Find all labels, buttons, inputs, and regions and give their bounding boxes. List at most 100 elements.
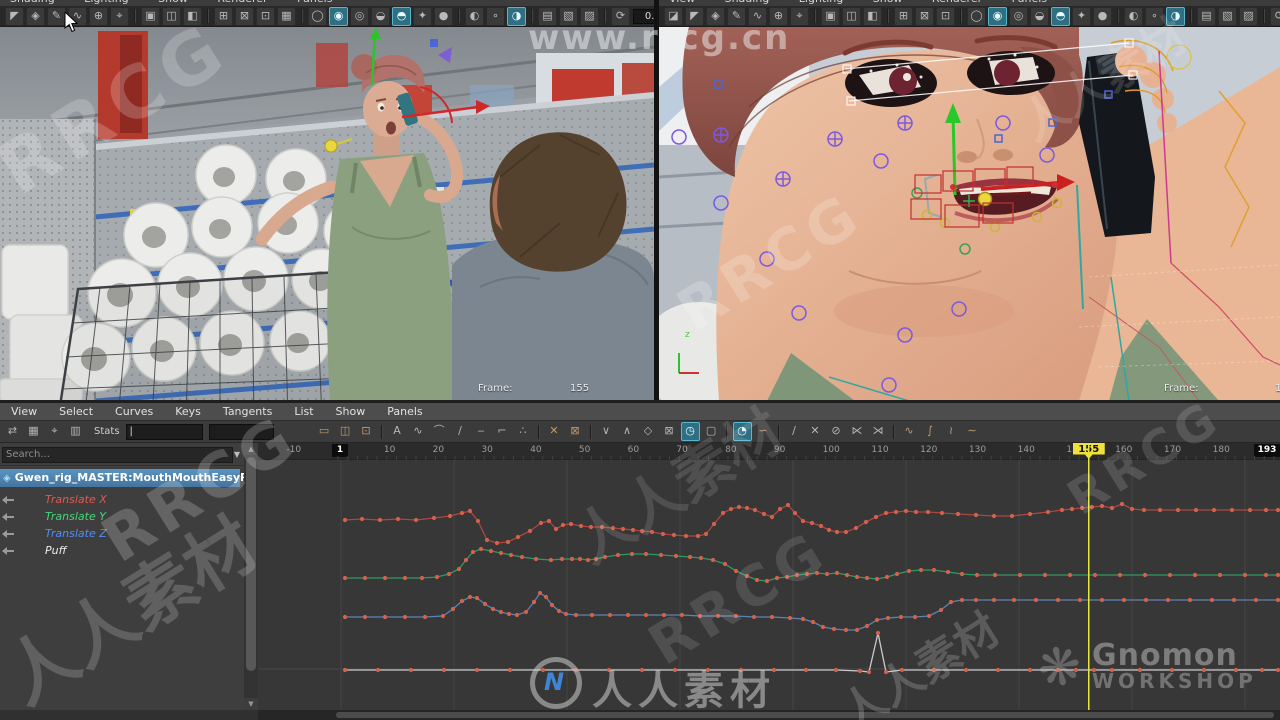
supermarket-3d-scene[interactable] xyxy=(0,27,654,400)
paint-select-tool-icon[interactable]: ∿ xyxy=(748,7,767,26)
move-tool-icon[interactable]: ⊕ xyxy=(89,7,108,26)
move-tool-icon[interactable]: ⊕ xyxy=(769,7,788,26)
range-start-marker[interactable]: 1 xyxy=(332,444,348,457)
curve-linear-extrap-icon[interactable]: ∼ xyxy=(963,422,982,441)
frame-all-icon[interactable]: ▭ xyxy=(315,422,334,441)
curve-cycle-icon[interactable]: ∿ xyxy=(900,422,919,441)
wireframe-on-shaded-icon[interactable]: ⊠ xyxy=(235,7,254,26)
scrollbar-handle[interactable] xyxy=(246,457,256,671)
graph-menu-tangents[interactable]: Tangents xyxy=(212,405,283,418)
multisample-icon[interactable]: ∘ xyxy=(1145,7,1164,26)
curve-cycle-offset-icon[interactable]: ∫ xyxy=(921,422,940,441)
paste-view-icon[interactable]: ▨ xyxy=(580,7,599,26)
move-nearest-key-tool-icon[interactable]: ⇄ xyxy=(3,422,22,441)
default-material-icon[interactable]: ⊡ xyxy=(936,7,955,26)
graph-menu-select[interactable]: Select xyxy=(48,405,104,418)
outliner-scrollbar[interactable]: ▲ ▼ xyxy=(244,443,258,710)
region-select-keys-tool-icon[interactable]: ▥ xyxy=(66,422,85,441)
free-tangent-weight-icon[interactable]: ◇ xyxy=(639,422,658,441)
sequence-time-icon[interactable]: ◑ xyxy=(507,7,526,26)
scrollbar-handle[interactable] xyxy=(336,712,1274,718)
graph-menu-curves[interactable]: Curves xyxy=(104,405,164,418)
range-end-marker[interactable]: 193 xyxy=(1254,444,1280,457)
pin-channel-icon[interactable] xyxy=(4,516,14,518)
buffer-curve-snapshot-icon[interactable]: ∽ xyxy=(754,422,773,441)
default-material-icon[interactable]: ⊡ xyxy=(256,7,275,26)
smooth-shade-icon[interactable]: ◉ xyxy=(329,7,348,26)
multisample-icon[interactable]: ∘ xyxy=(486,7,505,26)
textured-icon[interactable]: ▦ xyxy=(277,7,296,26)
value-snap-icon[interactable]: ▢ xyxy=(702,422,721,441)
two-pane-layout-icon[interactable]: ◫ xyxy=(842,7,861,26)
pin-channel-icon[interactable] xyxy=(4,499,14,501)
exposure-field[interactable]: 0.00 xyxy=(633,9,654,24)
channel-row-puff[interactable]: Puff xyxy=(0,542,244,559)
ambient-occlusion-icon[interactable]: ● xyxy=(434,7,453,26)
graph-menu-view[interactable]: View xyxy=(0,405,48,418)
face-rig-3d-scene[interactable] xyxy=(659,27,1280,400)
refresh-icon[interactable]: ⟳ xyxy=(1270,7,1280,26)
insert-keys-tool-icon[interactable]: ▦ xyxy=(24,422,43,441)
step-tangents-icon[interactable]: ⌐ xyxy=(493,422,512,441)
smooth-shade-icon[interactable]: ◉ xyxy=(988,7,1007,26)
bounding-box-icon[interactable]: ◎ xyxy=(350,7,369,26)
scroll-down-icon[interactable]: ▼ xyxy=(244,698,258,710)
default-out-tangent-icon[interactable]: ⊠ xyxy=(566,422,585,441)
graph-editor-time-ruler[interactable]: -101020304050607080901001101201301401501… xyxy=(258,443,1280,460)
unify-tangents-icon[interactable]: ∧ xyxy=(618,422,637,441)
break-tangents-icon[interactable]: ∨ xyxy=(597,422,616,441)
xray-icon[interactable]: ⊞ xyxy=(894,7,913,26)
motion-blur-icon[interactable]: ◐ xyxy=(465,7,484,26)
flat-shade-icon[interactable]: ◒ xyxy=(1030,7,1049,26)
graph-horizontal-scrollbar[interactable] xyxy=(258,710,1280,720)
use-all-lights-icon[interactable]: ◓ xyxy=(392,7,411,26)
wireframe-on-shaded-icon[interactable]: ⊠ xyxy=(915,7,934,26)
channel-row-translate-x[interactable]: Translate X xyxy=(0,491,244,508)
pin-channel-icon[interactable] xyxy=(4,550,14,552)
single-pane-layout-icon[interactable]: ▣ xyxy=(821,7,840,26)
two-pane-layout-icon[interactable]: ◫ xyxy=(162,7,181,26)
chevron-down-icon[interactable]: ▼ xyxy=(234,450,240,459)
isolate-select-icon[interactable]: ▤ xyxy=(1197,7,1216,26)
scale-tool-icon[interactable]: ⌖ xyxy=(790,7,809,26)
selected-node-row[interactable]: ◈Gwen_rig_MASTER:MouthMouthEasyRT xyxy=(0,469,240,487)
copy-view-icon[interactable]: ▧ xyxy=(1218,7,1237,26)
xray-icon[interactable]: ⊞ xyxy=(214,7,233,26)
clamped-tangents-icon[interactable]: ⌒ xyxy=(430,422,449,441)
pre-infinity-cycle-icon[interactable]: ⋉ xyxy=(848,422,867,441)
channel-row-translate-z[interactable]: Translate Z xyxy=(0,525,244,542)
flat-shade-icon[interactable]: ◒ xyxy=(371,7,390,26)
pane-outliner-layout-icon[interactable]: ◧ xyxy=(183,7,202,26)
stats-time-field[interactable]: | xyxy=(126,424,203,440)
flat-tangents-icon[interactable]: ‒ xyxy=(472,422,491,441)
spline-tangents-icon[interactable]: ∿ xyxy=(409,422,428,441)
wireframe-icon[interactable]: ◯ xyxy=(308,7,327,26)
scroll-up-icon[interactable]: ▲ xyxy=(244,443,258,455)
linear-tangents-icon[interactable]: ∕ xyxy=(451,422,470,441)
isolate-select-icon[interactable]: ▤ xyxy=(538,7,557,26)
use-all-lights-icon[interactable]: ◓ xyxy=(1051,7,1070,26)
curve-oscillate-icon[interactable]: ≀ xyxy=(942,422,961,441)
break-connections-icon[interactable]: ✕ xyxy=(806,422,825,441)
shadows-icon[interactable]: ✦ xyxy=(413,7,432,26)
shadows-icon[interactable]: ✦ xyxy=(1072,7,1091,26)
snap-keys-icon[interactable]: ◔ xyxy=(733,422,752,441)
lattice-deform-keys-tool-icon[interactable]: ⌖ xyxy=(45,422,64,441)
default-in-tangent-icon[interactable]: ✕ xyxy=(545,422,564,441)
select-tool-icon[interactable]: ◈ xyxy=(706,7,725,26)
frame-playback-range-icon[interactable]: ◫ xyxy=(336,422,355,441)
tumble-tool-icon[interactable]: ◤ xyxy=(5,7,24,26)
copy-view-icon[interactable]: ▧ xyxy=(559,7,578,26)
film-gate-icon[interactable]: ◪ xyxy=(664,7,683,26)
swap-buffer-curve-icon[interactable]: ∕ xyxy=(785,422,804,441)
channel-row-translate-y[interactable]: Translate Y xyxy=(0,508,244,525)
tumble-tool-icon[interactable]: ◤ xyxy=(685,7,704,26)
ambient-occlusion-icon[interactable]: ● xyxy=(1093,7,1112,26)
bounding-box-icon[interactable]: ◎ xyxy=(1009,7,1028,26)
wireframe-icon[interactable]: ◯ xyxy=(967,7,986,26)
select-tool-icon[interactable]: ◈ xyxy=(26,7,45,26)
graph-menu-list[interactable]: List xyxy=(283,405,324,418)
pane-outliner-layout-icon[interactable]: ◧ xyxy=(863,7,882,26)
paste-view-icon[interactable]: ▨ xyxy=(1239,7,1258,26)
plateau-tangents-icon[interactable]: ∴ xyxy=(514,422,533,441)
